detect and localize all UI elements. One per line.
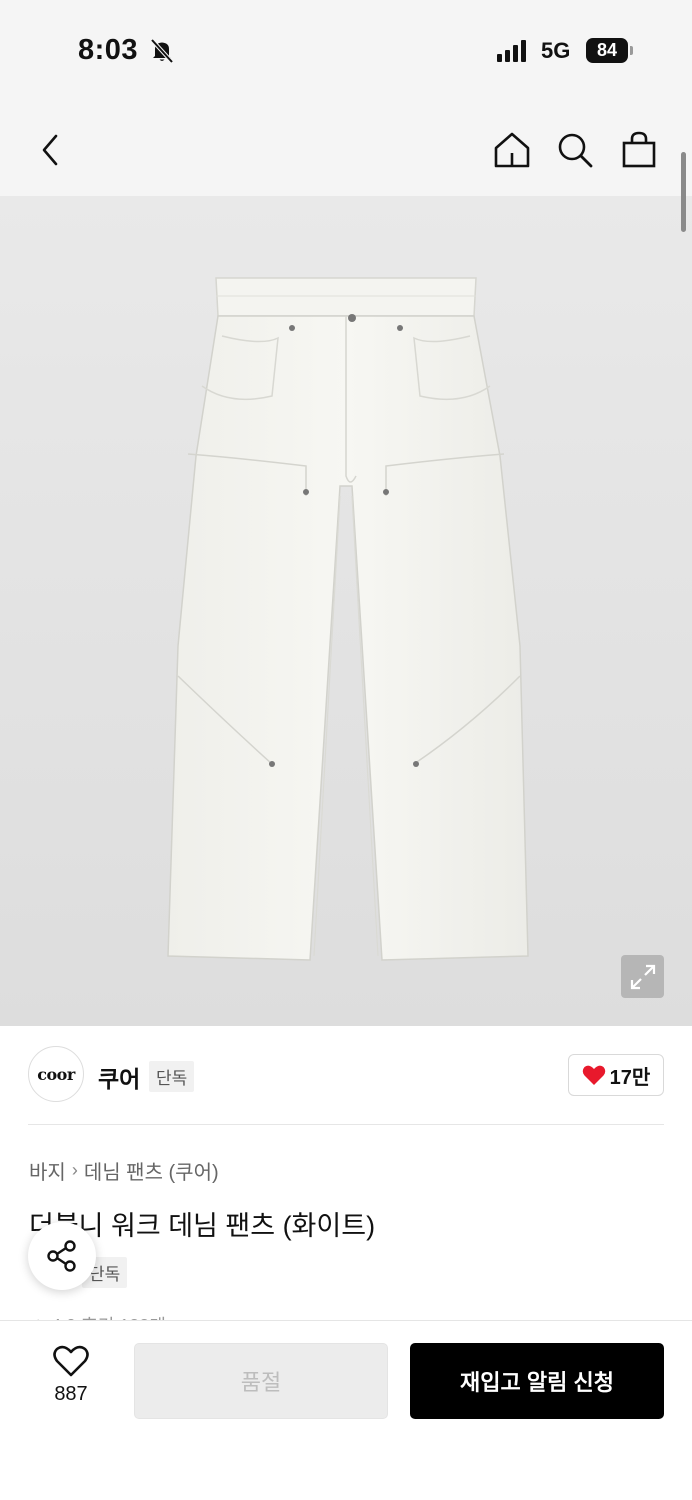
- heart-outline-icon: [53, 1345, 89, 1377]
- white-pants-illustration: [167, 277, 529, 961]
- battery-tip: [630, 46, 633, 55]
- back-button[interactable]: [30, 128, 70, 172]
- cart-button[interactable]: [619, 128, 659, 172]
- wishlist-count: 887: [54, 1383, 88, 1405]
- breadcrumb-item-denim[interactable]: 데님 팬츠 (쿠어): [84, 1156, 219, 1185]
- home-button[interactable]: [492, 128, 532, 172]
- chevron-right-icon: ›: [71, 1160, 78, 1180]
- bottom-action-bar: 887 품절 재입고 알림 신청: [0, 1320, 692, 1500]
- restock-alert-button[interactable]: 재입고 알림 신청: [410, 1343, 664, 1419]
- heart-filled-icon: [582, 1065, 605, 1085]
- scrollbar[interactable]: [681, 152, 686, 232]
- shopping-bag-icon: [622, 131, 656, 168]
- product-image[interactable]: [0, 196, 692, 1026]
- search-icon: [558, 133, 593, 168]
- status-bar: 8:03 5G 84: [0, 0, 692, 100]
- expand-icon: [630, 964, 655, 989]
- breadcrumb: 바지 › 데님 팬츠 (쿠어): [29, 1156, 219, 1185]
- home-icon: [494, 132, 530, 168]
- status-time: 8:03: [78, 34, 139, 66]
- share-icon: [47, 1240, 76, 1272]
- brand-like-button[interactable]: 17만: [568, 1054, 664, 1096]
- breadcrumb-item-pants[interactable]: 바지: [29, 1156, 66, 1185]
- soldout-button: 품절: [134, 1343, 388, 1419]
- signal-icon: [497, 40, 526, 62]
- wishlist-button[interactable]: 887: [36, 1345, 106, 1406]
- search-button[interactable]: [555, 128, 595, 172]
- divider: [28, 1124, 664, 1125]
- brand-row: coor 쿠어 단독 17만: [28, 1046, 664, 1104]
- network-label: 5G: [541, 38, 571, 63]
- brand-name[interactable]: 쿠어: [98, 1060, 140, 1094]
- exclusive-badge: 단독: [149, 1061, 195, 1092]
- bell-off-icon: [150, 38, 174, 69]
- brand-logo[interactable]: coor: [28, 1046, 84, 1102]
- share-button[interactable]: [28, 1222, 96, 1290]
- battery-icon: 84: [586, 38, 628, 63]
- expand-image-button[interactable]: [621, 955, 664, 998]
- back-chevron-icon: [42, 134, 58, 166]
- rating-summary: ★ 4.9 후기 133개: [30, 1312, 330, 1320]
- brand-like-count: 17만: [609, 1066, 651, 1089]
- navigation-bar: [0, 100, 692, 196]
